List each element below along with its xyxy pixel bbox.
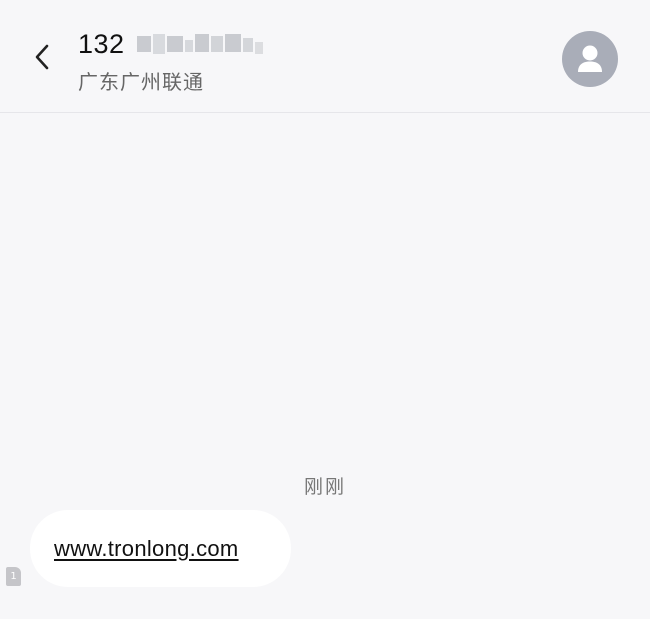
phone-number-redacted <box>133 30 271 58</box>
chevron-left-icon <box>35 44 49 70</box>
person-icon <box>578 45 602 72</box>
contact-title[interactable]: 132 广东广州联通 <box>78 24 271 95</box>
message-link[interactable]: www.tronlong.com <box>54 536 239 562</box>
back-button[interactable] <box>24 36 60 78</box>
sim-card-badge: 1 <box>6 567 21 586</box>
message-timestamp: 刚刚 <box>303 476 346 498</box>
message-bubble[interactable]: www.tronlong.com <box>30 510 291 587</box>
conversation-header: 132 广东广州联通 <box>0 0 650 113</box>
carrier-label: 广东广州联通 <box>78 70 204 94</box>
contact-avatar[interactable] <box>562 31 618 87</box>
phone-number-prefix: 132 <box>78 28 125 59</box>
phone-number: 132 <box>78 24 271 64</box>
